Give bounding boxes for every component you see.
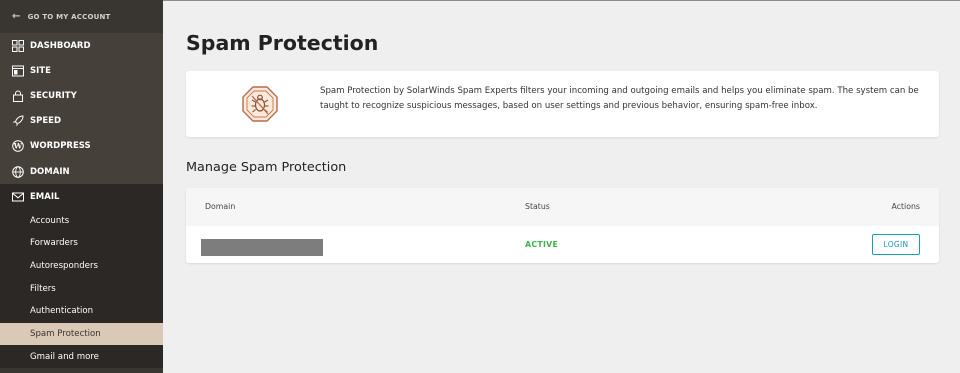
table-row: ACTIVE LOGIN — [186, 226, 939, 263]
login-button[interactable]: LOGIN — [872, 234, 920, 255]
sidebar-item-label: DOMAIN — [30, 166, 70, 177]
sidebar-nav: DASHBOARD SITE SECURITY SPEED W WORDPRES… — [0, 33, 163, 185]
email-subitem-forwarders[interactable]: Forwarders — [0, 232, 163, 255]
sidebar-item-label: SITE — [30, 65, 51, 76]
site-window-icon — [11, 64, 24, 77]
sidebar-item-domain[interactable]: DOMAIN — [0, 159, 163, 184]
sidebar-item-speed[interactable]: SPEED — [0, 109, 163, 134]
sidebar-item-email[interactable]: EMAIL — [0, 184, 163, 210]
email-subitem-autoresponders[interactable]: Autoresponders — [0, 255, 163, 278]
bug-stop-icon — [241, 85, 279, 123]
main-content: Spam Protection Spam Protection by Solar… — [163, 0, 960, 373]
section-title: Manage Spam Protection — [186, 160, 347, 175]
table-header: Domain Status Actions — [186, 188, 939, 226]
email-subitem-accounts[interactable]: Accounts — [0, 209, 163, 232]
column-header-status: Status — [525, 202, 550, 211]
status-badge: ACTIVE — [525, 240, 559, 249]
dashboard-grid-icon — [11, 39, 24, 52]
svg-text:W: W — [12, 142, 22, 151]
arrow-left-icon: ← — [12, 11, 21, 22]
domain-cell-redacted — [201, 239, 323, 256]
sidebar-item-dashboard[interactable]: DASHBOARD — [0, 33, 163, 58]
sidebar-item-label: WORDPRESS — [30, 141, 91, 152]
sidebar-item-site[interactable]: SITE — [0, 58, 163, 83]
column-header-actions: Actions — [891, 202, 920, 211]
info-description: Spam Protection by SolarWinds Spam Exper… — [320, 86, 919, 111]
email-subitem-filters[interactable]: Filters — [0, 277, 163, 300]
spam-protection-table: Domain Status Actions ACTIVE LOGIN — [186, 188, 939, 263]
info-card: Spam Protection by SolarWinds Spam Exper… — [186, 71, 939, 137]
sidebar-item-label: EMAIL — [30, 191, 60, 202]
page-title: Spam Protection — [186, 31, 379, 55]
sidebar-item-wordpress[interactable]: W WORDPRESS — [0, 134, 163, 159]
rocket-icon — [11, 115, 24, 128]
email-subitem-spam-protection[interactable]: Spam Protection — [0, 322, 163, 346]
email-subitem-gmail-and-more[interactable]: Gmail and more — [0, 345, 163, 368]
back-link-label: GO TO MY ACCOUNT — [27, 12, 111, 21]
email-subitem-authentication[interactable]: Authentication — [0, 300, 163, 323]
globe-icon — [11, 165, 24, 178]
sidebar-item-label: DASHBOARD — [30, 40, 91, 51]
email-submenu: Accounts Forwarders Autoresponders Filte… — [0, 209, 163, 369]
sidebar-item-security[interactable]: SECURITY — [0, 83, 163, 108]
sidebar-item-label: SECURITY — [30, 90, 77, 101]
go-to-my-account-link[interactable]: ← GO TO MY ACCOUNT — [0, 0, 163, 33]
sidebar-item-label: SPEED — [30, 116, 62, 127]
envelope-icon — [11, 190, 24, 203]
sidebar: ← GO TO MY ACCOUNT DASHBOARD SITE SECURI… — [0, 0, 163, 373]
wordpress-icon: W — [11, 140, 24, 153]
lock-icon — [11, 89, 24, 102]
column-header-domain: Domain — [205, 202, 236, 211]
